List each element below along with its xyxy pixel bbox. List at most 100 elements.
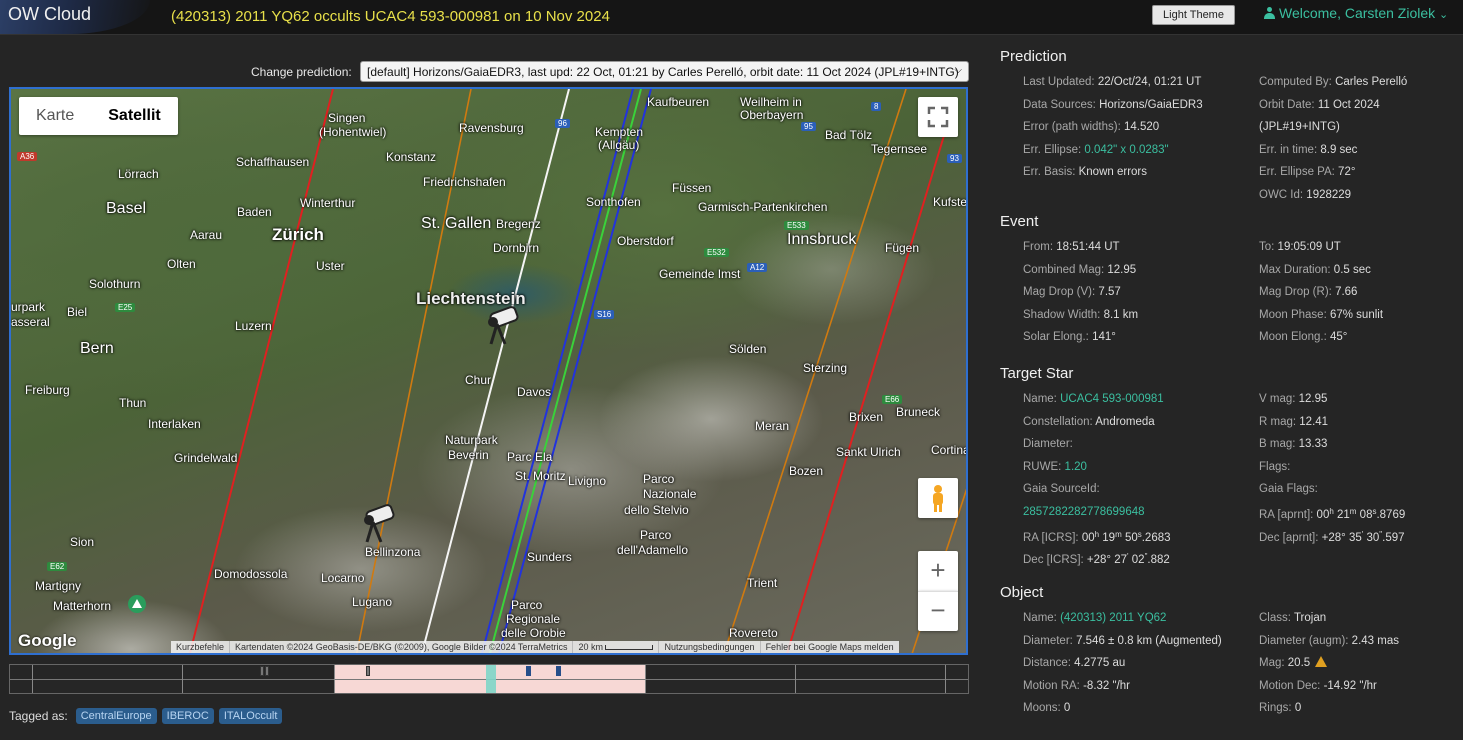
map-label: Martigny: [35, 579, 82, 593]
zoom-in-button[interactable]: +: [918, 551, 958, 591]
timeline-marker[interactable]: [526, 666, 531, 676]
ra-icrs-row: RA [ICRS]: 00h 19m 50s.2683: [1023, 529, 1171, 544]
gaia-sourceid-link[interactable]: 2857282282778699648: [1023, 506, 1145, 518]
chevron-down-icon: ⌄: [1439, 9, 1449, 21]
moon-phase-row: Moon Phase: 67% sunlit: [1259, 308, 1384, 321]
map-label: Grindelwald: [174, 451, 238, 465]
scale-bar: 20 km: [573, 641, 660, 653]
light-theme-button[interactable]: Light Theme: [1152, 5, 1235, 25]
rings-row: Rings: 0: [1259, 702, 1302, 715]
timeline-current-event[interactable]: [486, 665, 496, 693]
map-label: Aarau: [190, 228, 223, 242]
terms-link[interactable]: Nutzungsbedingungen: [659, 641, 761, 653]
timeline-marker[interactable]: [556, 666, 561, 676]
path-central-line: [489, 89, 642, 653]
motion-ra-row: Motion RA: -8.32 "/hr: [1023, 679, 1131, 692]
map-label: Sterzing: [803, 361, 848, 375]
v-mag-row: V mag: 12.95: [1259, 393, 1328, 405]
map-type-karte[interactable]: Karte: [19, 97, 91, 135]
map-label: Brixen: [849, 410, 884, 424]
observer-telescope-icon[interactable]: [481, 304, 521, 348]
timeline-marker[interactable]: [260, 666, 264, 676]
road-shield: E533: [784, 221, 809, 230]
map-label: Chur: [465, 373, 492, 387]
object-diameter-row: Diameter: 7.546 ± 0.8 km (Augmented): [1023, 634, 1222, 647]
orbit-source-row: (JPL#19+INTG): [1259, 121, 1340, 134]
err-ellipse-row: Err. Ellipse: 0.042" x 0.0283": [1023, 143, 1169, 156]
tag-centraleurope[interactable]: CentralEurope: [75, 708, 157, 724]
prediction-section: Prediction Last Updated: 22/Oct/24, 01:2…: [1000, 48, 1463, 207]
warning-icon[interactable]: [1315, 656, 1328, 668]
star-name-row: Name: UCAC4 593-000981: [1023, 393, 1164, 405]
map-label: Parco: [511, 598, 543, 612]
map-label: urpark: [11, 300, 46, 314]
map-label: Freiburg: [25, 383, 70, 397]
map-label: Füssen: [672, 181, 712, 195]
map-label: Singen: [328, 111, 366, 125]
map-type-satellit[interactable]: Satellit: [91, 97, 177, 135]
prediction-select-value: [default] Horizons/GaiaEDR3, last upd: 2…: [367, 65, 959, 79]
target-star-section: Target Star Name: UCAC4 593-000981 Const…: [1000, 365, 1463, 569]
object-name-link[interactable]: (420313) 2011 YQ62: [1060, 612, 1166, 624]
road-shield: E532: [704, 248, 729, 257]
road-shield: 96: [555, 119, 570, 128]
ra-aprnt-row: RA [aprnt]: 00h 21m 08s.8769: [1259, 506, 1406, 521]
map-label: Sonthofen: [586, 195, 641, 209]
street-view-button[interactable]: [918, 478, 958, 518]
observer-telescope-icon[interactable]: [357, 502, 397, 546]
err-ellipse-pa-row: Err. Ellipse PA: 72°: [1259, 166, 1356, 179]
map-label: delle Orobie: [501, 626, 566, 640]
app-logo[interactable]: OW Cloud: [0, 0, 150, 34]
mag-drop-v-row: Mag Drop (V): 7.57: [1023, 286, 1121, 299]
map-label: St. Gallen: [421, 215, 492, 232]
event-timeline[interactable]: [9, 664, 969, 694]
map-label: Meran: [755, 419, 790, 433]
diameter-augm-row: Diameter (augm): 2.43 mas: [1259, 634, 1399, 647]
road-shield: A36: [17, 152, 38, 161]
star-diameter-row: Diameter:: [1023, 438, 1073, 451]
map-label: Garmisch-Partenkirchen: [698, 200, 828, 214]
report-error-link[interactable]: Fehler bei Google Maps melden: [761, 641, 899, 653]
welcome-text: Welcome, Carsten Ziolek: [1279, 5, 1436, 21]
user-menu[interactable]: Welcome, Carsten Ziolek ⌄: [1264, 5, 1448, 21]
map-label: Domodossola: [214, 567, 288, 581]
b-mag-row: B mag: 13.33: [1259, 438, 1328, 451]
map-view[interactable]: Singen (Hohentwiel) Ravensburg Kaufbeure…: [9, 87, 968, 655]
map-label: Konstanz: [386, 150, 437, 164]
from-row: From: 18:51:44 UT: [1023, 241, 1120, 253]
map-label: Bruneck: [896, 405, 941, 419]
map-label: Matterhorn: [53, 599, 112, 613]
change-prediction-label: Change prediction:: [251, 65, 352, 79]
timeline-marker[interactable]: [366, 666, 370, 676]
timeline-marker[interactable]: [265, 666, 269, 676]
map-label: Biel: [67, 305, 88, 319]
map-label: Cortina: [931, 443, 968, 457]
google-logo: Google: [18, 631, 77, 650]
map-label: dello Stelvio: [624, 503, 689, 517]
chevron-down-icon: ⌵: [954, 65, 962, 76]
zoom-out-button[interactable]: −: [918, 591, 958, 631]
ruwe-link[interactable]: 1.20: [1065, 461, 1087, 473]
road-shield: 93: [947, 154, 962, 163]
fullscreen-button[interactable]: [918, 97, 958, 137]
tag-italoccult[interactable]: ITALOccult: [218, 708, 283, 724]
timeline-divider: [645, 665, 646, 693]
motion-dec-row: Motion Dec: -14.92 "/hr: [1259, 679, 1377, 692]
owc-id-row: OWC Id: 1928229: [1259, 188, 1352, 201]
pegman-icon: [933, 485, 943, 512]
timeline-divider: [334, 665, 335, 693]
map-label: Thun: [119, 396, 147, 410]
map-label: Winterthur: [300, 196, 356, 210]
map-type-control: Karte Satellit: [19, 97, 178, 135]
tag-iberoc[interactable]: IBEROC: [161, 708, 214, 724]
map-label: Innsbruck: [787, 231, 857, 248]
timeline-divider: [795, 665, 796, 693]
keyboard-shortcuts-link[interactable]: Kurzbefehle: [171, 641, 231, 653]
solar-elong-row: Solar Elong.: 141°: [1023, 331, 1116, 344]
prediction-select[interactable]: [default] Horizons/GaiaEDR3, last upd: 2…: [360, 61, 969, 82]
combined-mag-row: Combined Mag: 12.95: [1023, 263, 1137, 276]
err-ellipse-link[interactable]: 0.042" x 0.0283": [1084, 144, 1168, 156]
map-label: St. Moritz: [515, 469, 566, 483]
map-label: Schaffhausen: [236, 155, 310, 169]
star-name-link[interactable]: UCAC4 593-000981: [1060, 393, 1164, 405]
